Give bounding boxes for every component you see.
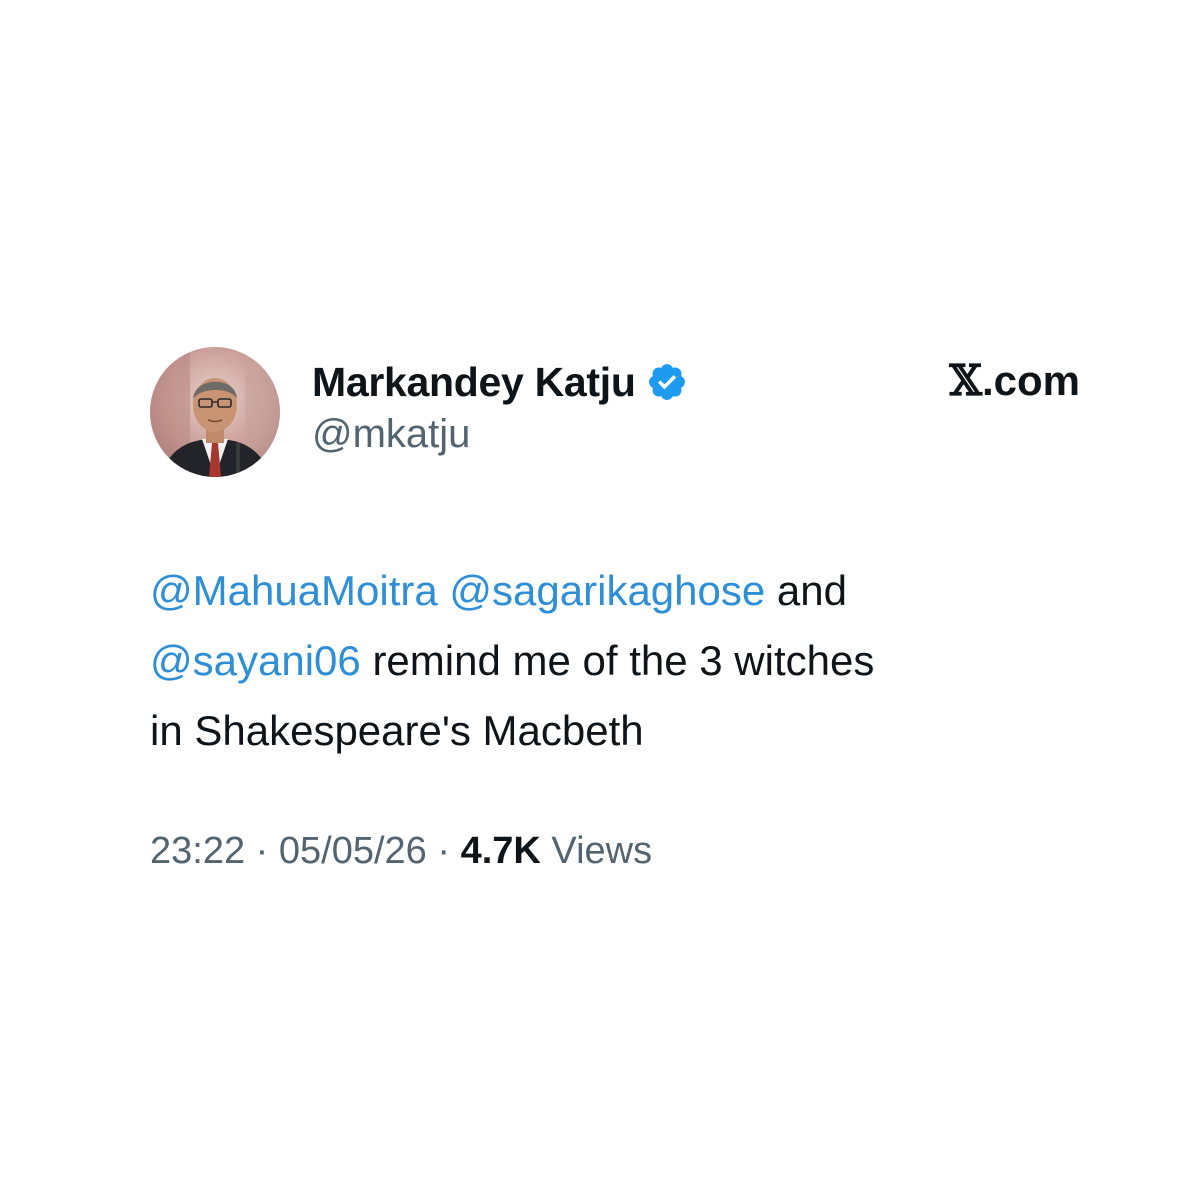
author-display-name[interactable]: Markandey Katju — [312, 359, 636, 406]
author-name-row: Markandey Katju — [312, 354, 688, 410]
tweet-time[interactable]: 23:22 — [150, 830, 245, 872]
meta-separator: · — [437, 830, 451, 872]
brand-suffix: .com — [981, 357, 1080, 404]
tweet-meta: 23:22 · 05/05/26 · 4.7K Views — [150, 830, 652, 873]
tweet-text-fragment: and — [776, 567, 847, 614]
tweet-date[interactable]: 05/05/26 — [279, 830, 427, 872]
tweet-text-fragment: remind me of the 3 witches — [372, 637, 875, 684]
tweet-text-fragment: in Shakespeare's Macbeth — [150, 707, 644, 754]
meta-separator: · — [255, 830, 269, 872]
tweet-card: Markandey Katju @mkatju 𝕏.com @MahuaMoit… — [0, 0, 1200, 1200]
views-count[interactable]: 4.7K — [461, 830, 541, 872]
x-com-brand: 𝕏.com — [920, 356, 1080, 408]
verified-badge-icon — [646, 361, 688, 403]
mention-link[interactable]: @sagarikaghose — [449, 567, 765, 614]
x-logo-icon: 𝕏 — [949, 356, 982, 405]
avatar[interactable] — [150, 347, 280, 477]
mention-link[interactable]: @sayani06 — [150, 637, 361, 684]
mention-link[interactable]: @MahuaMoitra — [150, 567, 438, 614]
views-label: Views — [551, 830, 653, 872]
author-handle[interactable]: @mkatju — [312, 412, 470, 457]
tweet-text: @MahuaMoitra @sagarikaghose and @sayani0… — [150, 556, 1070, 766]
avatar-photo — [150, 347, 280, 477]
